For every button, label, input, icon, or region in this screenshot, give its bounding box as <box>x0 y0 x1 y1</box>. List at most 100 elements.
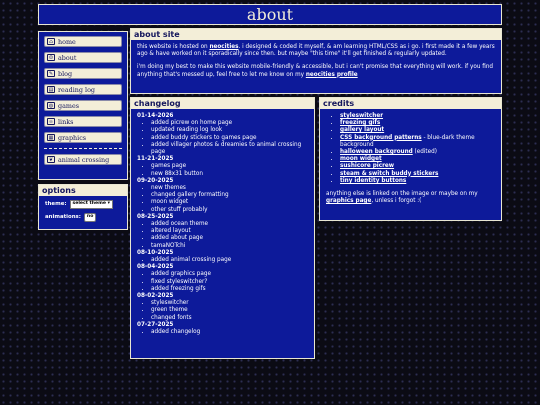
about-site-panel: about site this website is hosted on neo… <box>130 28 502 94</box>
credit-link[interactable]: sushicore picrew <box>340 163 394 169</box>
credit-link[interactable]: moon widget <box>340 156 382 162</box>
changelog-item: green theme <box>151 307 308 314</box>
changelog-list: added picrew on home pageupdated reading… <box>137 120 308 156</box>
credits-item: CSS background patterns - blue-dark them… <box>340 135 495 149</box>
changelog-list: added animal crossing page <box>137 257 308 264</box>
image-icon: ▦ <box>47 134 55 141</box>
nav-item-label: graphics <box>58 133 87 142</box>
changelog-item: added buddy stickers to games page <box>151 135 308 142</box>
credit-link[interactable]: tiny identity buttons <box>340 178 406 184</box>
credit-link[interactable]: gallery layout <box>340 127 384 133</box>
nav-item-reading-log[interactable]: ▤ reading log <box>44 84 122 95</box>
nav-item-label: about <box>58 53 77 62</box>
about-paragraph-1: this website is hosted on neocities. i d… <box>137 44 495 58</box>
changelog-item: changed fonts <box>151 315 308 322</box>
nav-item-blog[interactable]: ✎ blog <box>44 68 122 79</box>
credits-item: gallery layout <box>340 127 495 134</box>
animations-toggle[interactable]: no <box>83 213 97 222</box>
credit-note: (edited) <box>412 149 437 156</box>
credit-link[interactable]: styleswitcher <box>340 113 383 119</box>
changelog-list: styleswitchergreen themechanged fonts <box>137 300 308 322</box>
gamepad-icon: ◍ <box>47 102 55 109</box>
changelog-body: 01-14-2026added picrew on home pageupdat… <box>131 109 314 340</box>
home-icon: ⌂ <box>47 38 55 45</box>
changelog-panel: changelog 01-14-2026added picrew on home… <box>130 97 315 359</box>
changelog-date: 11-21-2025 <box>137 156 174 163</box>
credit-link[interactable]: steam & switch buddy stickers <box>340 171 438 177</box>
changelog-list: games pagenew 88x31 button <box>137 163 308 177</box>
options-panel: options theme: select theme ▾ animations… <box>38 184 128 230</box>
neocities-link[interactable]: neocities <box>209 44 238 50</box>
about-text: this website is hosted on <box>137 44 210 50</box>
changelog-date: 08-04-2025 <box>137 264 174 271</box>
changelog-item: changed gallery formatting <box>151 192 308 199</box>
nav-item-graphics[interactable]: ▦ graphics <box>44 132 122 143</box>
credit-link[interactable]: freezing gifs <box>340 120 380 126</box>
changelog-list: added graphics pagefixed styleswitcher?a… <box>137 271 308 293</box>
changelog-item: new 88x31 button <box>151 171 308 178</box>
nav-item-about[interactable]: ☺ about <box>44 52 122 63</box>
pencil-icon: ✎ <box>47 70 55 77</box>
nav-item-links[interactable]: ∞ links <box>44 116 122 127</box>
changelog-item: updated reading log look <box>151 127 308 134</box>
options-title: options <box>39 185 127 196</box>
changelog-date: 08-10-2025 <box>137 249 174 256</box>
credits-item: freezing gifs <box>340 120 495 127</box>
changelog-item: added about page <box>151 235 308 242</box>
credits-item: steam & switch buddy stickers <box>340 171 495 178</box>
book-icon: ▤ <box>47 86 55 93</box>
graphics-page-link[interactable]: graphics page <box>326 198 371 204</box>
nav-item-games[interactable]: ◍ games <box>44 100 122 111</box>
changelog-date: 09-20-2025 <box>137 177 174 184</box>
nav-item-label: animal crossing <box>58 155 110 164</box>
credits-footer-text: , unless i forgot :( <box>371 198 422 205</box>
changelog-date: 01-14-2026 <box>137 113 174 119</box>
changelog-item: tamaNOTchi <box>151 243 308 250</box>
credits-footer-text: anything else is linked on the image or … <box>326 191 478 198</box>
changelog-item: added freezing gifs <box>151 286 308 293</box>
site-header: about <box>38 4 502 25</box>
about-title: about site <box>131 29 501 40</box>
changelog-date: 08-02-2025 <box>137 293 174 300</box>
changelog-item: new themes <box>151 185 308 192</box>
changelog-item: fixed styleswitcher? <box>151 279 308 286</box>
nav-item-label: home <box>58 37 76 46</box>
changelog-title: changelog <box>131 98 314 109</box>
theme-label: theme: <box>45 200 67 207</box>
leaf-icon: ❦ <box>47 156 55 163</box>
credits-item: sushicore picrew <box>340 163 495 170</box>
changelog-item: other stuff probably <box>151 207 308 214</box>
changelog-item: added changelog <box>151 329 308 336</box>
link-icon: ∞ <box>47 118 55 125</box>
credits-item: halloween background (edited) <box>340 149 495 156</box>
page-title: about <box>246 5 294 24</box>
changelog-item: added picrew on home page <box>151 120 308 127</box>
credit-link[interactable]: halloween background <box>340 149 413 155</box>
changelog-date: 08-25-2025 <box>137 213 174 220</box>
nav-item-home[interactable]: ⌂ home <box>44 36 122 47</box>
theme-select[interactable]: select theme ▾ <box>69 200 113 209</box>
changelog-item: added ocean theme <box>151 221 308 228</box>
credits-list: styleswitcherfreezing gifsgallery layout… <box>326 113 495 185</box>
changelog-item: added animal crossing page <box>151 257 308 264</box>
changelog-item: added villager photos & dreamies to anim… <box>151 142 308 156</box>
credits-title: credits <box>320 98 501 109</box>
credits-panel: credits styleswitcherfreezing gifsgaller… <box>319 97 502 221</box>
credits-item: moon widget <box>340 156 495 163</box>
nav-item-label: games <box>58 101 80 110</box>
changelog-item: games page <box>151 163 308 170</box>
nav-divider <box>44 148 122 149</box>
changelog-date: 07-27-2025 <box>137 321 174 328</box>
about-paragraph-2: i'm doing my best to make this website m… <box>137 64 495 78</box>
neocities-profile-link[interactable]: neocities profile <box>306 72 358 78</box>
theme-select-value: select theme <box>72 201 107 206</box>
sidebar-nav: ⌂ home ☺ about ✎ blog ▤ reading log ◍ games ∞… <box>38 31 128 180</box>
changelog-list: new themeschanged gallery formattingmoon… <box>137 185 308 214</box>
person-icon: ☺ <box>47 54 55 61</box>
credit-link[interactable]: CSS background patterns <box>340 135 422 141</box>
nav-item-label: links <box>58 117 74 126</box>
changelog-item: moon widget <box>151 199 308 206</box>
nav-item-label: blog <box>58 69 73 78</box>
nav-item-animal-crossing[interactable]: ❦ animal crossing <box>44 154 122 165</box>
credits-footer: anything else is linked on the image or … <box>326 191 495 205</box>
